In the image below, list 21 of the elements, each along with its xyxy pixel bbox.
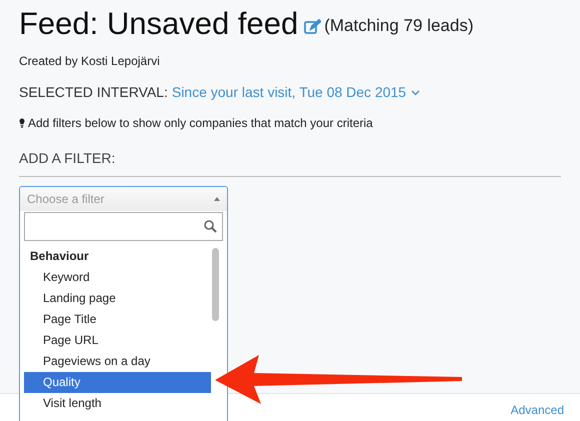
match-count: (Matching 79 leads) xyxy=(324,14,474,36)
hint-text: Add filters below to show only companies that match your criteria xyxy=(28,115,373,132)
filter-option[interactable]: Visit length xyxy=(24,393,211,414)
filter-option[interactable]: Page Title xyxy=(24,309,211,330)
interval-label: SELECTED INTERVAL: xyxy=(19,83,168,102)
filter-option[interactable]: Page URL xyxy=(24,330,211,351)
edit-icon[interactable] xyxy=(304,19,322,35)
filter-option[interactable]: Landing page xyxy=(24,288,211,309)
search-field[interactable] xyxy=(24,212,223,241)
select-placeholder: Choose a filter xyxy=(27,191,104,208)
lightbulb-icon xyxy=(19,118,25,128)
section-heading: ADD A FILTER: xyxy=(19,148,561,177)
chevron-down-icon xyxy=(411,90,420,96)
filter-dropdown[interactable]: Choose a filter Behaviour Keyword Landing page Page Title Page URL Pageviews on a day Quality Visit length xyxy=(19,186,228,421)
filter-option[interactable]: Pageviews on a day xyxy=(24,351,211,372)
created-by-text: Created by Kosti Lepojärvi xyxy=(19,53,161,70)
page-title: Feed: Unsaved feed xyxy=(19,5,298,43)
group-heading: Behaviour xyxy=(29,248,90,265)
search-icon xyxy=(204,220,217,233)
filter-option[interactable]: Quality xyxy=(24,372,211,393)
filter-option[interactable]: Keyword xyxy=(24,267,211,288)
